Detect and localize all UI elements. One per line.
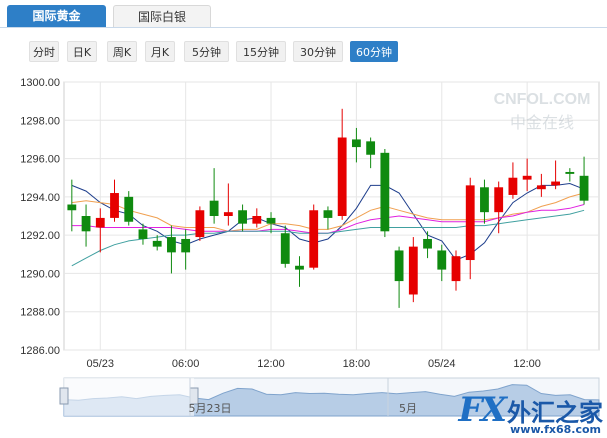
candle-body xyxy=(536,185,546,190)
x-tick-label: 18:00 xyxy=(343,358,371,370)
y-tick-label: 1290.00 xyxy=(20,268,60,280)
candle-body xyxy=(565,171,575,174)
candle-body xyxy=(266,217,276,224)
candle xyxy=(408,237,418,303)
tab-gold[interactable]: 国际黄金 xyxy=(7,5,106,27)
y-tick-label: 1296.00 xyxy=(20,154,60,166)
y-tick-label: 1288.00 xyxy=(20,307,60,319)
candle-body xyxy=(323,210,333,218)
tab-divider xyxy=(0,27,607,28)
x-tick-label: 06:00 xyxy=(172,358,200,370)
y-tick-label: 1294.00 xyxy=(20,192,60,204)
candle-body xyxy=(351,139,361,148)
x-tick-label: 12:00 xyxy=(513,358,541,370)
period-button-5min[interactable]: 5分钟 xyxy=(184,41,229,62)
candle-body xyxy=(295,265,304,270)
candle-body xyxy=(437,250,447,270)
candle-body xyxy=(195,210,205,238)
watermark-cnfol: CNFOL.COM xyxy=(494,91,591,108)
market-tabs: 国际黄金 国际白银 xyxy=(0,0,607,28)
candle-body xyxy=(124,196,134,222)
x-tick-label: 05/23 xyxy=(87,358,115,370)
y-tick-label: 1300.00 xyxy=(20,77,60,89)
candle-body xyxy=(252,216,262,224)
candle-body xyxy=(408,246,418,295)
candle-body xyxy=(480,187,489,213)
candle-body xyxy=(508,177,518,195)
x-axis-labels: 05/23 06:00 12:00 18:00 05/24 12:00 xyxy=(87,358,541,370)
candle-body xyxy=(152,240,162,247)
candle-body xyxy=(309,210,319,268)
tab-silver[interactable]: 国际白银 xyxy=(113,5,211,27)
candle-body xyxy=(366,141,376,155)
period-button-month[interactable]: 月K xyxy=(145,41,175,62)
candle xyxy=(380,149,390,238)
candle-body xyxy=(551,181,561,186)
candle-body xyxy=(167,237,176,253)
candle-body xyxy=(280,233,290,264)
candle-body xyxy=(380,152,390,232)
navigator-label: 5月 xyxy=(399,402,417,415)
candle-body xyxy=(579,175,589,201)
watermark-cn: 中金在线 xyxy=(510,113,574,132)
candle-body xyxy=(494,187,504,213)
x-tick-label: 05/24 xyxy=(428,358,456,370)
period-button-timeshare[interactable]: 分时 xyxy=(29,41,59,62)
candle-body xyxy=(223,212,233,216)
period-button-30min[interactable]: 30分钟 xyxy=(293,41,343,62)
navigator-mask xyxy=(64,378,194,416)
y-tick-label: 1286.00 xyxy=(20,345,60,357)
period-button-15min[interactable]: 15分钟 xyxy=(236,41,286,62)
candle xyxy=(195,206,205,241)
candle-body xyxy=(95,217,105,228)
candle-body xyxy=(67,204,77,211)
candle-body xyxy=(209,200,219,216)
y-tick-label: 1292.00 xyxy=(20,230,60,242)
x-tick-label: 12:00 xyxy=(257,358,285,370)
candle-body xyxy=(181,238,191,253)
candlestick-chart: CNFOL.COM 中金在线 1300.00 1298.00 1296.00 1294… xyxy=(20,77,600,417)
navigator-label: 5月23日 xyxy=(189,402,232,415)
candle-body xyxy=(451,256,461,282)
candle-body xyxy=(138,229,148,239)
candle-body xyxy=(337,137,347,216)
y-axis-labels: 1300.00 1298.00 1296.00 1294.00 1292.00 1290.… xyxy=(20,77,60,357)
candle-body xyxy=(423,238,432,249)
period-button-day[interactable]: 日K xyxy=(67,41,97,62)
brand-fx: FX xyxy=(458,390,507,430)
candle-body xyxy=(238,210,247,224)
candle-body xyxy=(394,250,404,282)
navigator-left-handle xyxy=(59,387,69,405)
brand-url: www.fx68.com xyxy=(510,423,601,436)
candle-body xyxy=(81,216,91,232)
candle-body xyxy=(465,185,475,261)
candle-body xyxy=(110,193,119,218)
candle-body xyxy=(522,175,532,180)
period-button-60min[interactable]: 60分钟 xyxy=(350,41,398,62)
candle xyxy=(309,204,319,270)
y-tick-label: 1298.00 xyxy=(20,115,60,127)
period-button-week[interactable]: 周K xyxy=(107,41,137,62)
